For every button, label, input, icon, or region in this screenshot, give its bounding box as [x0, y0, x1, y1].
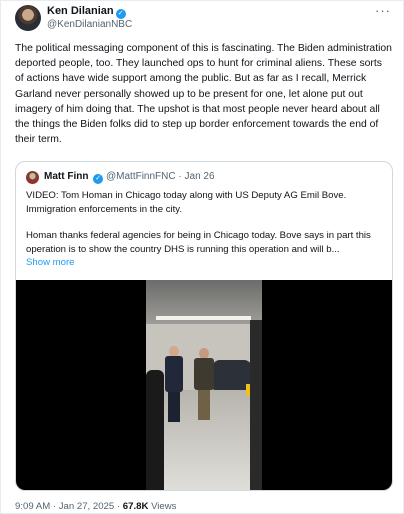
- author-avatar[interactable]: [15, 5, 41, 31]
- quoted-text: VIDEO: Tom Homan in Chicago today along …: [26, 189, 386, 256]
- video-player[interactable]: [16, 280, 392, 490]
- author-name[interactable]: Ken Dilanian ✓: [47, 5, 126, 19]
- tweet-text: The political messaging component of thi…: [15, 41, 393, 147]
- author-handle[interactable]: @KenDilanianNBC: [47, 19, 132, 30]
- more-options-icon[interactable]: ···: [375, 3, 391, 18]
- person-body: [165, 356, 183, 392]
- video-frame: [146, 280, 262, 490]
- quoted-date[interactable]: Jan 26: [185, 171, 215, 182]
- quoted-separator: ·: [178, 171, 182, 182]
- quoted-text-paragraph-1: VIDEO: Tom Homan in Chicago today along …: [26, 190, 347, 215]
- quoted-text-paragraph-2: Homan thanks federal agencies for being …: [26, 230, 371, 255]
- quoted-author-name[interactable]: Matt Finn: [44, 171, 88, 182]
- tweet-time[interactable]: 9:09 AM: [15, 501, 50, 512]
- verified-badge-icon: ✓: [115, 9, 126, 19]
- quoted-author-handle[interactable]: @MattFinnFNC: [106, 171, 176, 182]
- ceiling-light: [156, 316, 251, 320]
- person-legs: [198, 390, 210, 420]
- tweet-meta: 9:09 AM · Jan 27, 2025 · 67.8K Views: [15, 501, 176, 512]
- quoted-author-avatar[interactable]: [26, 171, 39, 184]
- meta-separator: ·: [52, 501, 57, 512]
- quoted-tweet[interactable]: Matt Finn ✓ @MattFinnFNC · Jan 26 VIDEO:…: [15, 161, 393, 491]
- author-name-text[interactable]: Ken Dilanian: [47, 5, 114, 17]
- show-more-link[interactable]: Show more: [26, 257, 75, 268]
- person-in-suit: [165, 346, 183, 422]
- views-count: 67.8K: [122, 501, 149, 512]
- person-in-jacket: [194, 348, 214, 420]
- verified-badge-icon: ✓: [93, 174, 104, 184]
- tweet-date[interactable]: Jan 27, 2025: [59, 501, 114, 512]
- foreground-edge: [250, 320, 262, 490]
- tweet-card: Ken Dilanian ✓ @KenDilanianNBC ··· The po…: [0, 0, 404, 514]
- tweet-text-body: The political messaging component of thi…: [15, 43, 392, 146]
- person-legs: [168, 392, 180, 422]
- meta-separator: ·: [116, 501, 121, 512]
- foreground-figure: [146, 370, 164, 490]
- quoted-header: Matt Finn ✓ @MattFinnFNC · Jan 26: [44, 171, 215, 184]
- views-label: Views: [151, 501, 177, 512]
- person-body: [194, 358, 214, 390]
